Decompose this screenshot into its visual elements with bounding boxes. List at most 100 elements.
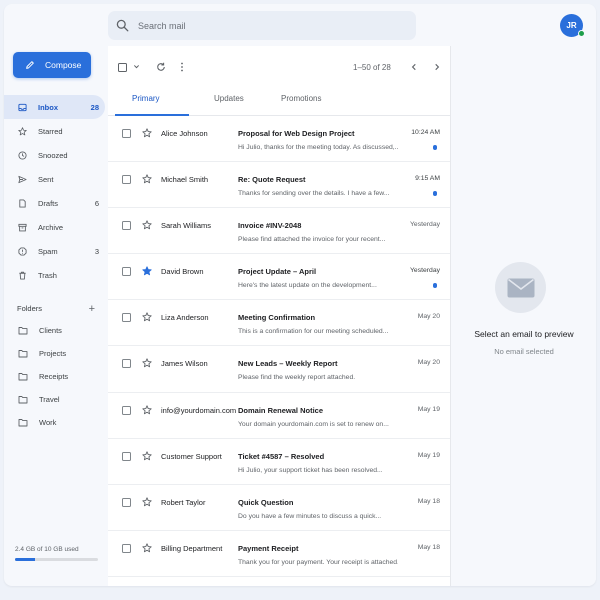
- folder-label: Clients: [39, 326, 62, 335]
- unread-dot: [432, 145, 437, 150]
- star-icon[interactable]: [142, 266, 152, 276]
- sidebar-item-spam[interactable]: Spam 3: [4, 239, 105, 263]
- sidebar-item-label: Snoozed: [38, 150, 68, 160]
- star-icon[interactable]: [142, 543, 152, 553]
- email-date: May 18: [417, 497, 440, 505]
- sidebar-item-snoozed[interactable]: Snoozed: [4, 143, 105, 167]
- row-checkbox[interactable]: [122, 359, 131, 369]
- row-checkbox[interactable]: [122, 543, 131, 553]
- star-icon[interactable]: [142, 497, 152, 507]
- folders-header: Folders +: [17, 303, 95, 314]
- email-snippet: Do you have a few minutes to discuss a q…: [238, 512, 382, 520]
- folder-item-receipts[interactable]: Receipts: [4, 365, 105, 388]
- email-sender: Customer Support: [161, 451, 222, 461]
- email-row[interactable]: Billing Department Payment Receipt Thank y…: [108, 531, 450, 577]
- search-input[interactable]: [138, 20, 398, 31]
- email-snippet: This is a confirmation for our meeting s…: [238, 328, 389, 336]
- email-list-pane: 1–50 of 28 Primary Updates Promotions Al…: [108, 46, 451, 586]
- chevron-left-icon[interactable]: [410, 63, 418, 71]
- select-all-checkbox[interactable]: [118, 63, 127, 72]
- sidebar-nav: Inbox 28 Starred Snoozed Sent Drafts 6 A…: [4, 95, 105, 287]
- email-subject: Project Update – April: [238, 267, 317, 277]
- storage-meter: 2.4 GB of 10 GB used: [15, 546, 98, 561]
- email-rows: Alice Johnson Proposal for Web Design Pro…: [108, 116, 450, 577]
- spam-count: 3: [94, 246, 99, 256]
- star-icon[interactable]: [142, 358, 152, 368]
- sidebar-item-drafts[interactable]: Drafts 6: [4, 191, 105, 215]
- folder-item-work[interactable]: Work: [4, 411, 105, 434]
- star-icon[interactable]: [142, 404, 152, 415]
- sidebar-item-label: Drafts: [38, 198, 59, 208]
- email-row[interactable]: James Wilson New Leads – Weekly Report Ple…: [108, 346, 450, 393]
- email-snippet: Please find the weekly report attached.: [238, 374, 356, 382]
- email-date: May 18: [417, 543, 440, 551]
- sidebar-item-trash[interactable]: Trash: [4, 263, 105, 287]
- folder-label: Receipts: [39, 372, 69, 381]
- folder-label: Travel: [39, 395, 60, 404]
- star-icon[interactable]: [142, 312, 152, 322]
- folder-list: Clients Projects Receipts Travel Work: [4, 319, 105, 434]
- email-row[interactable]: Liza Anderson Meeting Confirmation This is…: [108, 300, 450, 347]
- unread-dot: [432, 283, 437, 288]
- email-subject: Invoice #INV-2048: [238, 221, 302, 231]
- compose-button[interactable]: Compose: [13, 52, 91, 78]
- tab-promotions[interactable]: Promotions: [281, 94, 321, 103]
- row-checkbox[interactable]: [122, 451, 131, 461]
- star-icon[interactable]: [142, 128, 152, 138]
- star-icon[interactable]: [142, 174, 152, 184]
- email-date: May 20: [417, 359, 440, 367]
- sidebar-item-sent[interactable]: Sent: [4, 167, 105, 191]
- email-sender: James Wilson: [161, 359, 208, 369]
- sidebar-item-inbox[interactable]: Inbox 28: [4, 95, 105, 119]
- email-row[interactable]: Customer Support Ticket #4587 – Resolved H…: [108, 439, 450, 485]
- category-tabs: Primary Updates Promotions: [108, 86, 450, 116]
- avatar[interactable]: JR: [560, 14, 585, 37]
- email-snippet: Here's the latest update on the developm…: [238, 282, 377, 290]
- row-checkbox[interactable]: [122, 221, 131, 231]
- star-icon[interactable]: [142, 451, 152, 461]
- folder-label: Work: [39, 418, 57, 427]
- row-checkbox[interactable]: [122, 129, 131, 138]
- email-sender: Alice Johnson: [161, 129, 208, 138]
- folder-icon: [18, 419, 28, 427]
- row-checkbox[interactable]: [122, 267, 131, 277]
- storage-bar: [15, 558, 98, 561]
- folder-item-travel[interactable]: Travel: [4, 388, 105, 411]
- refresh-icon[interactable]: [156, 62, 166, 72]
- clock-icon: [18, 150, 27, 160]
- email-row[interactable]: David Brown Project Update – April Here's …: [108, 254, 450, 301]
- pencil-icon: [26, 61, 34, 69]
- row-checkbox[interactable]: [122, 405, 131, 415]
- row-checkbox[interactable]: [122, 313, 131, 323]
- chevron-down-icon[interactable]: [133, 63, 140, 70]
- folder-item-clients[interactable]: Clients: [4, 319, 105, 342]
- sidebar-item-starred[interactable]: Starred: [4, 119, 105, 143]
- star-icon[interactable]: [142, 220, 152, 230]
- email-date: Yesterday: [410, 221, 440, 229]
- email-row[interactable]: Alice Johnson Proposal for Web Design Pro…: [108, 116, 450, 163]
- tab-primary[interactable]: Primary: [132, 94, 160, 103]
- tab-updates[interactable]: Updates: [214, 94, 244, 103]
- email-subject: Domain Renewal Notice: [238, 405, 324, 415]
- add-folder-icon[interactable]: +: [89, 303, 95, 314]
- send-icon: [18, 175, 27, 183]
- star-icon: [18, 126, 27, 135]
- email-row[interactable]: info@yourdomain.com Domain Renewal Notice…: [108, 393, 450, 439]
- sidebar-item-label: Spam: [38, 246, 58, 256]
- row-checkbox[interactable]: [122, 175, 131, 185]
- row-checkbox[interactable]: [122, 497, 131, 507]
- email-subject: Re: Quote Request: [238, 175, 306, 185]
- folder-item-projects[interactable]: Projects: [4, 342, 105, 365]
- email-row[interactable]: Michael Smith Re: Quote Request Thanks for…: [108, 162, 450, 209]
- search-bar[interactable]: [108, 11, 416, 40]
- chevron-right-icon[interactable]: [433, 63, 441, 71]
- email-row[interactable]: Robert Taylor Quick Question Do you have a…: [108, 485, 450, 531]
- more-options-icon[interactable]: [180, 62, 184, 72]
- email-row[interactable]: Sarah Williams Invoice #INV-2048 Please fi…: [108, 208, 450, 255]
- online-status-dot: [578, 30, 585, 37]
- sidebar-item-archive[interactable]: Archive: [4, 215, 105, 239]
- email-date: Yesterday: [410, 267, 440, 275]
- folder-icon: [18, 350, 28, 358]
- email-subject: Meeting Confirmation: [238, 313, 316, 323]
- sidebar-item-label: Starred: [38, 126, 63, 136]
